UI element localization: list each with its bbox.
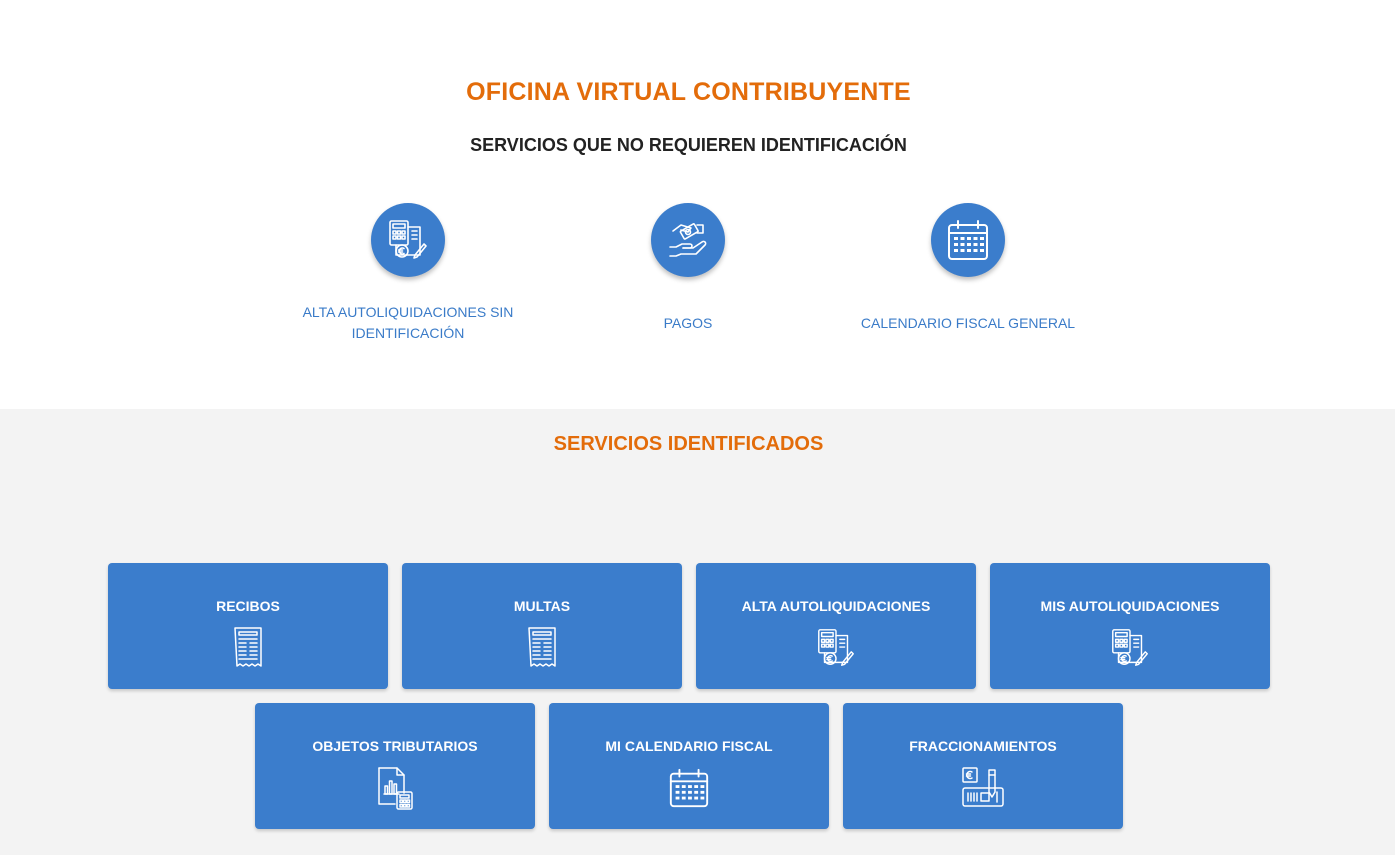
public-services-section: OFICINA VIRTUAL CONTRIBUYENTE SERVICIOS …	[0, 0, 1395, 409]
calculator-document-euro-icon	[389, 220, 427, 259]
card-label: ALTA AUTOLIQUIDACIONES	[741, 598, 931, 614]
service-icon-circle[interactable]	[651, 203, 725, 277]
card-alta-autoliquidaciones[interactable]: ALTA AUTOLIQUIDACIONES	[696, 563, 976, 689]
card-label: MULTAS	[513, 598, 571, 614]
card-label: FRACCIONAMIENTOS	[909, 738, 1057, 754]
receipt-icon	[528, 627, 556, 667]
identified-services-section: SERVICIOS IDENTIFICADOS RECIBOS MULTAS A…	[0, 409, 1395, 855]
card-label: MIS AUTOLIQUIDACIONES	[1040, 598, 1220, 614]
page-title: OFICINA VIRTUAL CONTRIBUYENTE	[466, 78, 911, 106]
card-fraccionamientos[interactable]: FRACCIONAMIENTOS	[843, 703, 1123, 829]
card-label: RECIBOS	[216, 598, 280, 614]
section-subtitle: SERVICIOS QUE NO REQUIEREN IDENTIFICACIÓ…	[470, 135, 907, 155]
calendar-icon	[948, 220, 988, 260]
card-mis-autoliquidaciones[interactable]: MIS AUTOLIQUIDACIONES	[990, 563, 1270, 689]
report-calculator-icon	[378, 767, 413, 810]
installment-payment-icon	[962, 767, 1004, 807]
card-label: OBJETOS TRIBUTARIOS	[312, 738, 478, 754]
service-icon-circle[interactable]	[931, 203, 1005, 277]
service-label[interactable]: ALTA AUTOLIQUIDACIONES SIN IDENTIFICACIÓ…	[268, 297, 548, 349]
card-recibos[interactable]: RECIBOS	[108, 563, 388, 689]
service-calendario-fiscal-general[interactable]: CALENDARIO FISCAL GENERAL	[828, 203, 1108, 349]
identified-section-title: SERVICIOS IDENTIFICADOS	[553, 433, 824, 455]
calculator-document-euro-icon	[818, 629, 854, 666]
card-objetos-tributarios[interactable]: OBJETOS TRIBUTARIOS	[255, 703, 535, 829]
service-label[interactable]: CALENDARIO FISCAL GENERAL	[828, 297, 1108, 349]
card-multas[interactable]: MULTAS	[402, 563, 682, 689]
service-alta-autoliquidaciones-sin-identificacion[interactable]: ALTA AUTOLIQUIDACIONES SIN IDENTIFICACIÓ…	[268, 203, 548, 349]
calculator-document-euro-icon	[1112, 629, 1148, 666]
hand-money-icon	[669, 223, 707, 257]
card-mi-calendario-fiscal[interactable]: MI CALENDARIO FISCAL	[549, 703, 829, 829]
calendar-icon	[669, 768, 709, 808]
service-icon-circle[interactable]	[371, 203, 445, 277]
receipt-icon	[234, 627, 262, 667]
service-pagos[interactable]: PAGOS	[548, 203, 828, 349]
service-label[interactable]: PAGOS	[548, 297, 828, 349]
card-label: MI CALENDARIO FISCAL	[605, 738, 773, 754]
